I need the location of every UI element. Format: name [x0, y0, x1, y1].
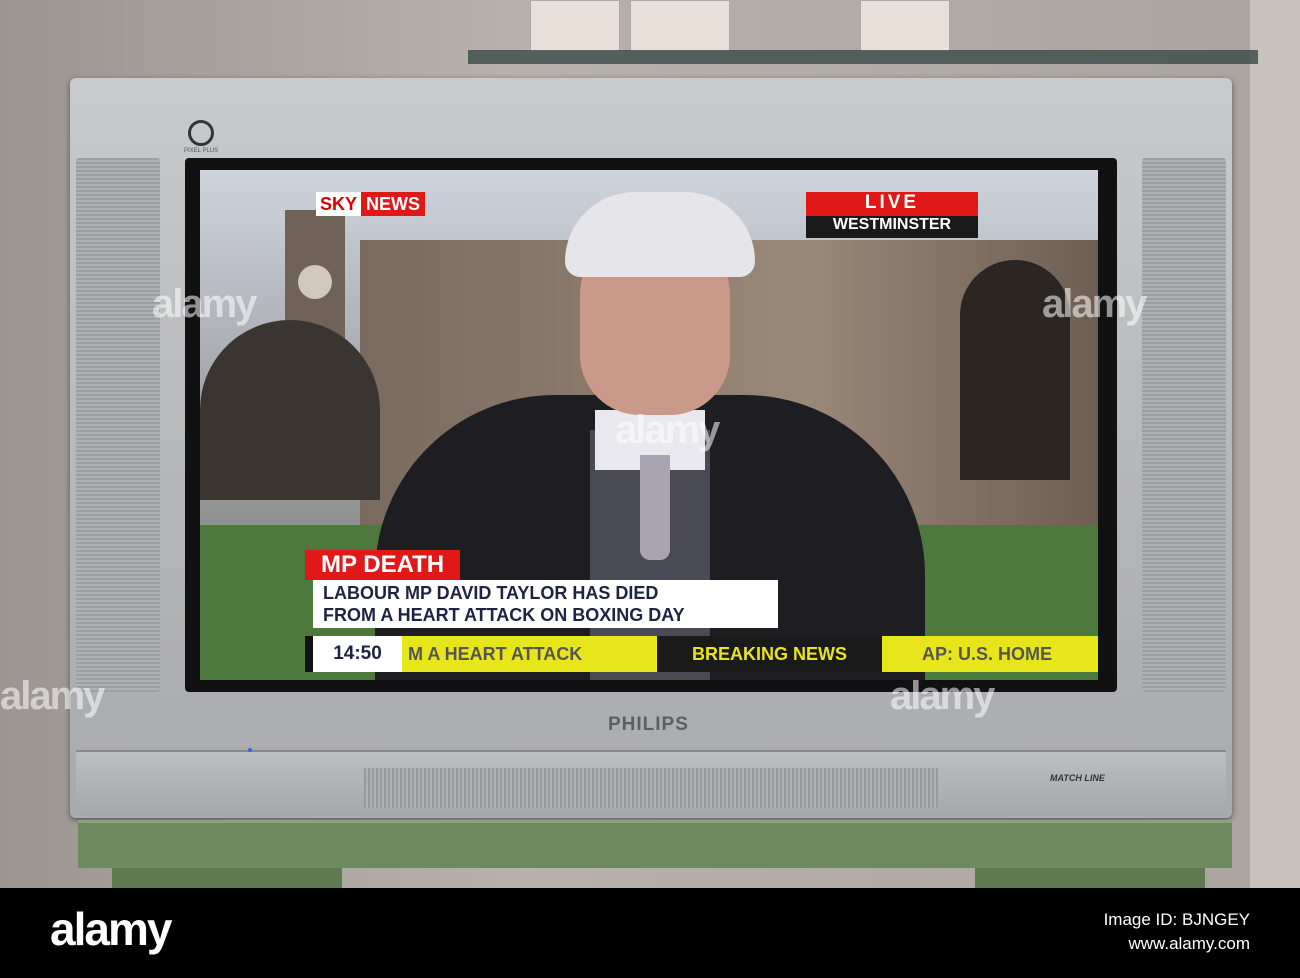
footer-bar: alamy Image ID: BJNGEY www.alamy.com	[0, 888, 1300, 978]
reporter-hair	[565, 192, 755, 277]
greeting-card	[860, 0, 950, 52]
reporter-tie	[640, 455, 670, 560]
philips-logo: PHILIPS	[608, 714, 689, 735]
greeting-card	[530, 0, 620, 52]
headline: MP DEATH	[305, 550, 461, 580]
match-line-badge: MATCH LINE	[1050, 773, 1105, 783]
center-speaker-grille	[364, 768, 938, 808]
glass-shelf	[468, 50, 1258, 64]
watermark: alamy	[152, 282, 257, 326]
watermark: alamy	[0, 674, 105, 718]
news-caption: LABOUR MP DAVID TAYLOR HAS DIED FROM A H…	[313, 580, 778, 628]
power-led	[248, 748, 252, 752]
left-speaker	[76, 158, 160, 692]
location-label: WESTMINSTER	[806, 216, 978, 238]
watermark: alamy	[615, 408, 720, 452]
sky-news-logo: SKY NEWS	[316, 192, 426, 216]
tv-stand	[78, 820, 1232, 868]
stand-leg	[112, 868, 342, 890]
right-speaker	[1142, 158, 1226, 692]
greeting-card	[630, 0, 730, 52]
news-ticker: 14:50 M A HEART ATTACK BREAKING NEWS AP:…	[305, 636, 1098, 672]
image-id: Image ID: BJNGEY	[1103, 910, 1250, 929]
watermark: alamy	[890, 674, 995, 718]
live-label: LIVE	[806, 192, 978, 216]
wall-edge	[1250, 0, 1300, 888]
stand-leg	[975, 868, 1205, 890]
alamy-url: www.alamy.com	[1128, 934, 1250, 953]
ticker-item: M A HEART ATTACK	[402, 636, 657, 672]
ticker-breaking-news: BREAKING NEWS	[657, 636, 882, 672]
trees	[200, 320, 380, 500]
ticker-time: 14:50	[305, 636, 402, 672]
live-badge: LIVE WESTMINSTER	[806, 192, 978, 238]
alamy-logo: alamy	[50, 903, 172, 955]
pixel-plus-logo: PIXEL PLUS	[184, 120, 218, 154]
watermark: alamy	[1042, 282, 1147, 326]
ticker-item: AP: U.S. HOME	[882, 636, 1098, 672]
